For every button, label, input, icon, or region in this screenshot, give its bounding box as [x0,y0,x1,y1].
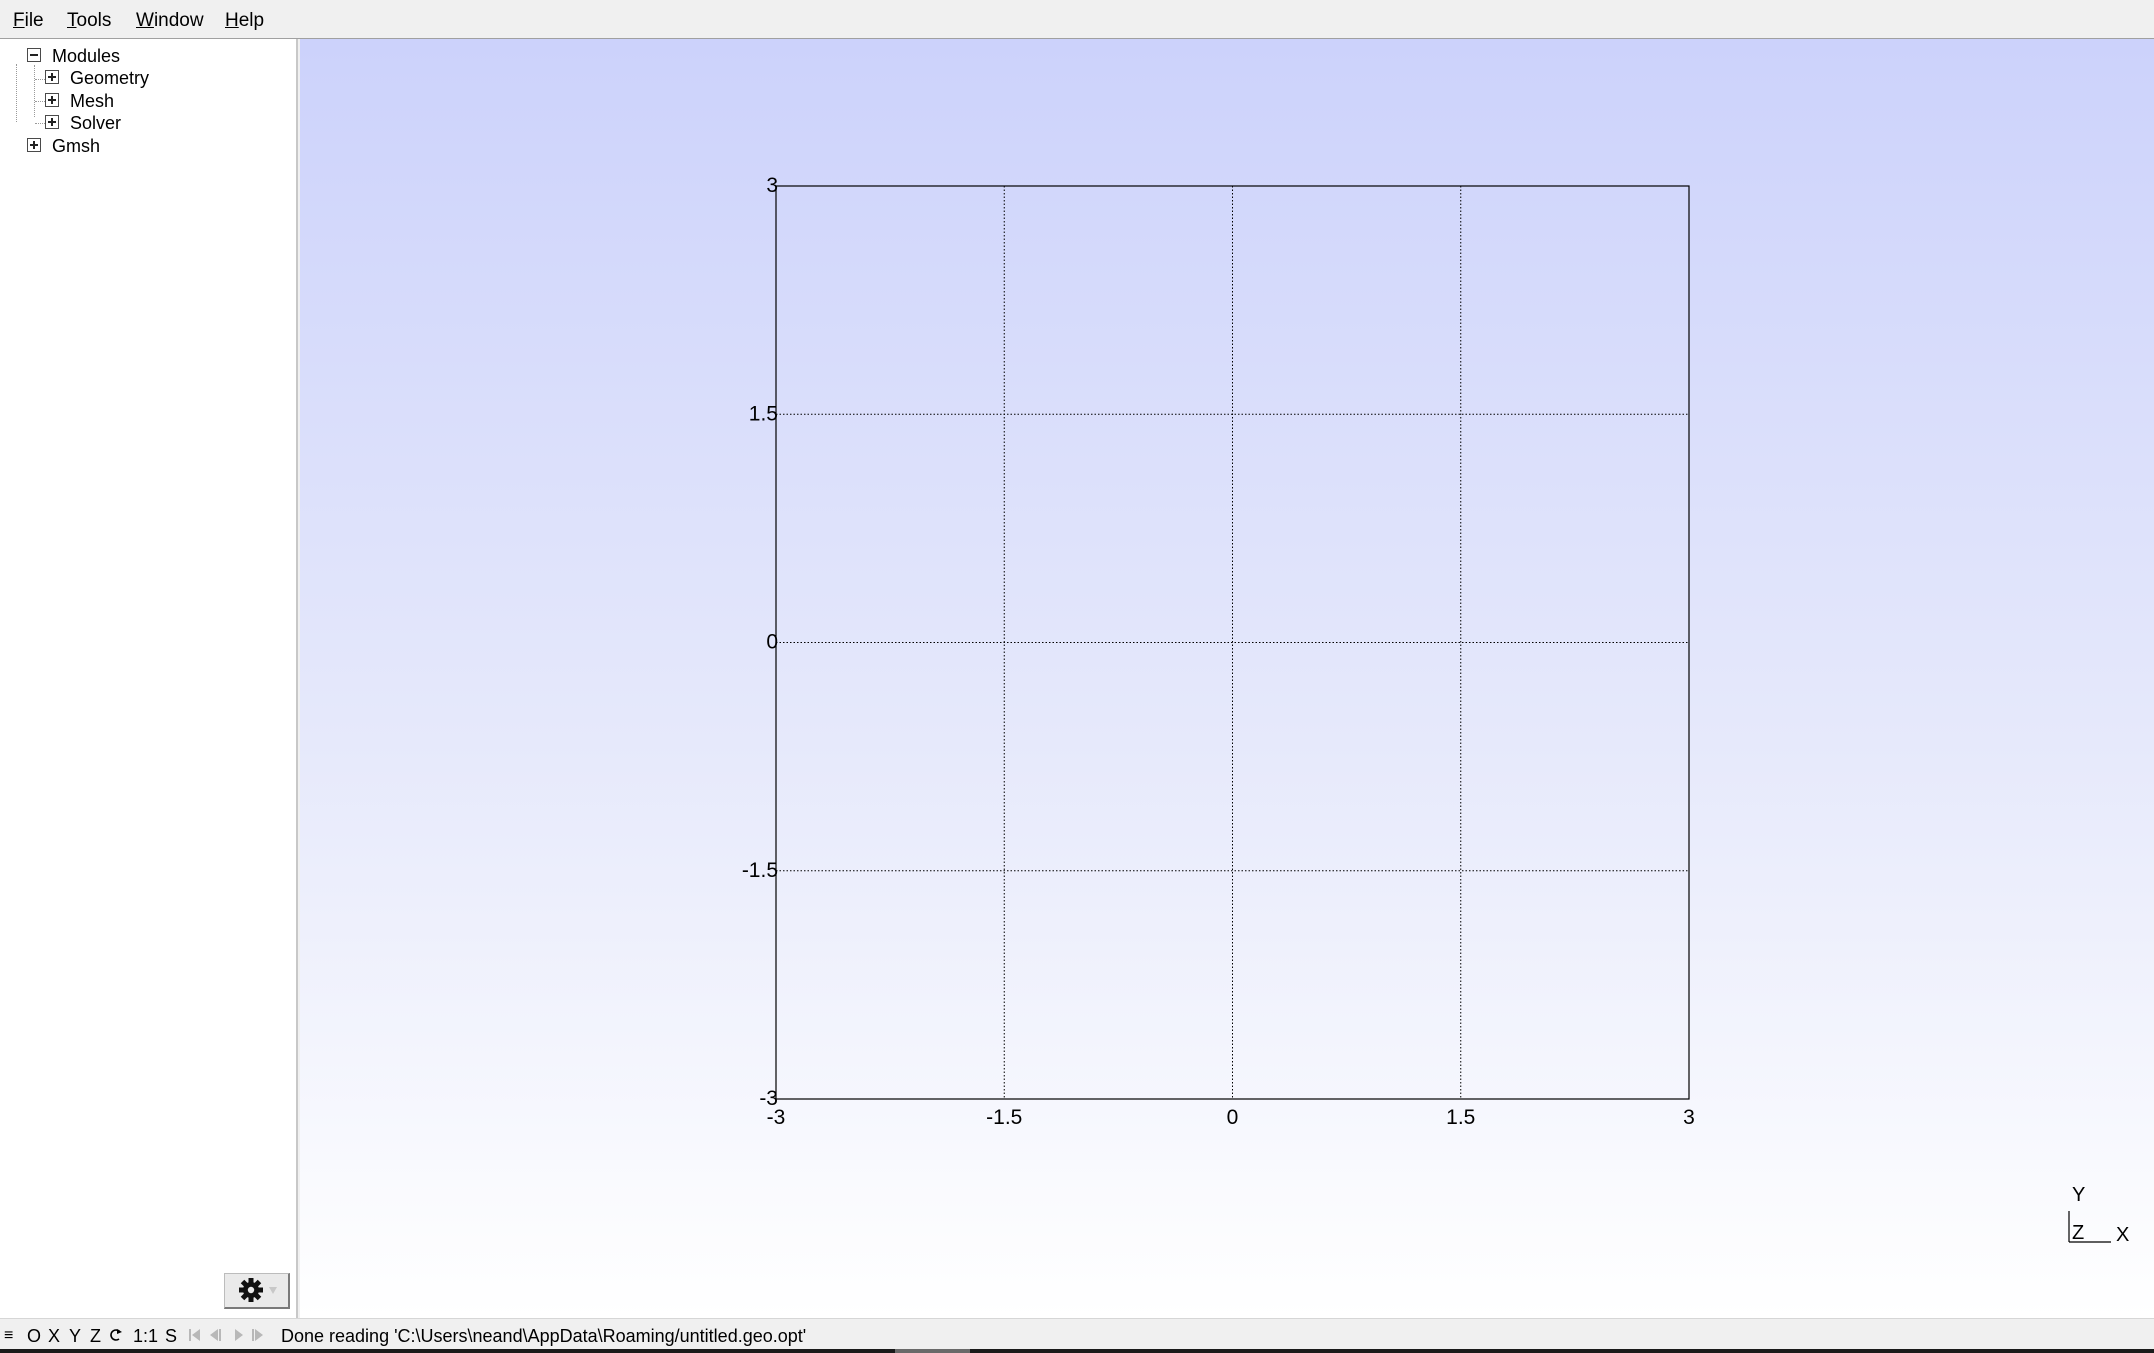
graphics-viewport[interactable]: -3 -1.5 0 1.5 3 3 1.5 0 -1.5 -3 Y Z X [300,39,2154,1318]
menu-tools-label: ools [76,10,112,31]
menu-file-label: ile [24,10,44,31]
play-icon [235,1329,243,1341]
tree-item-gmsh[interactable]: Gmsh [0,135,290,157]
menu-help-label: elp [238,10,265,31]
menu-window-label: indow [153,10,204,31]
status-bottom-strip [0,1349,2154,1353]
module-tree-panel: Modules Geometry Mesh Solver Gmsh [0,39,298,1318]
z-view-button[interactable]: Z [90,1326,101,1346]
tree-item-label: Geometry [70,68,150,88]
tree-item-geometry[interactable]: Geometry [0,67,290,89]
tree-item-label: Mesh [70,91,115,111]
y-tick-label: 1.5 [749,402,778,425]
tree-item-solver[interactable]: Solver [0,112,290,134]
collapse-icon[interactable] [27,48,41,62]
menu-window[interactable]: Window [136,10,204,32]
menu-help[interactable]: Help [225,10,264,32]
menu-bar: File Tools Window Help [0,0,2154,39]
x-tick-label: 1.5 [1446,1106,1475,1129]
menu-window-accelerator: W [136,10,154,31]
menu-tools-accelerator: T [67,10,77,31]
expand-icon[interactable] [45,115,59,129]
triad-y-label: Y [2072,1184,2085,1206]
y-view-button[interactable]: Y [69,1326,81,1346]
expand-icon[interactable] [45,93,59,107]
scale-1-1-button[interactable]: 1:1 [133,1326,158,1346]
x-tick-label: 0 [1227,1106,1239,1129]
triangle-down-icon [269,1287,277,1294]
tree-item-mesh[interactable]: Mesh [0,90,290,112]
menu-help-accelerator: H [225,10,239,31]
animation-controls[interactable] [188,1326,270,1348]
tree-item-label: Modules [52,46,121,66]
step-back-icon [210,1329,221,1341]
axes-plot: -3 -1.5 0 1.5 331.50-1.5-3 [742,174,1695,1129]
rotate-button[interactable] [108,1326,124,1348]
triad-x-label: X [2116,1224,2129,1246]
x-view-button[interactable]: X [48,1326,60,1346]
tree-item-label: Solver [70,113,122,133]
menu-file-accelerator: F [13,10,25,31]
origin-view-button[interactable]: O [27,1326,41,1346]
settings-button[interactable] [224,1273,290,1309]
triad-z-label: Z [2072,1222,2084,1244]
y-tick-label: -3 [759,1087,778,1110]
y-tick-label: 3 [766,174,778,197]
rewind-icon [189,1329,200,1341]
tree-item-label: Gmsh [52,136,101,156]
tree-item-modules[interactable]: Modules [0,45,290,67]
snap-button[interactable]: S [165,1326,177,1346]
status-message: Done reading 'C:\Users\neand\AppData\Roa… [281,1326,807,1346]
y-tick-label: 0 [766,631,778,654]
rotate-icon [110,1329,122,1341]
playback-icons [189,1329,263,1341]
x-tick-label: 3 [1683,1106,1695,1129]
expand-icon[interactable] [45,70,59,84]
status-menu-button[interactable]: ≡ [4,1326,13,1346]
x-tick-label: -1.5 [986,1106,1022,1129]
gear-icon [239,1278,277,1302]
status-bar: ≡ O X Y Z 1:1 S Done reading 'C:\Users\n… [0,1318,2154,1353]
expand-icon[interactable] [27,138,41,152]
menu-file[interactable]: File [13,10,44,32]
y-tick-label: -1.5 [742,859,778,882]
axis-triad: Y Z X [2068,1184,2129,1246]
step-forward-icon [252,1329,263,1341]
menu-tools[interactable]: Tools [67,10,111,32]
